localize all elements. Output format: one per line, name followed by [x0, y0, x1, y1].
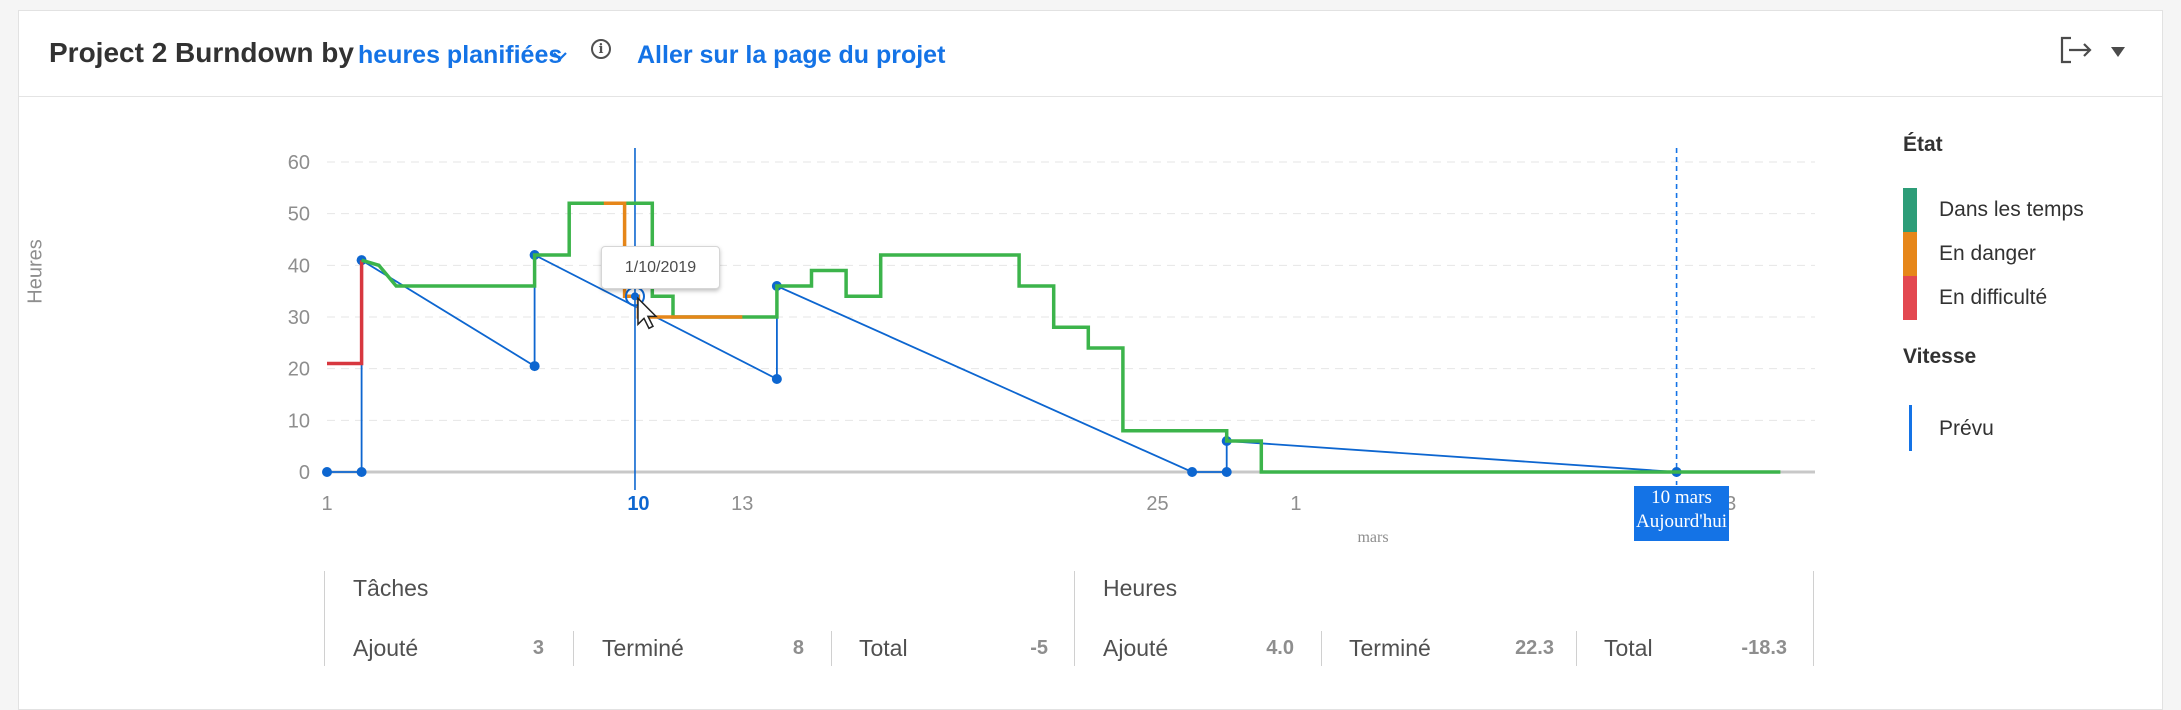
- date-tooltip: 1/10/2019: [601, 246, 720, 289]
- stats-divider: [324, 571, 325, 666]
- today-label: Aujourd'hui: [1635, 511, 1728, 532]
- stats-divider: [1074, 571, 1075, 666]
- y-tick-label: 20: [288, 359, 310, 381]
- hours-added-label: Ajouté: [1103, 635, 1169, 661]
- legend-status-title: État: [1903, 133, 1943, 156]
- hours-total-value: -18.3: [1741, 637, 1787, 659]
- y-tick-label: 0: [299, 462, 310, 484]
- hours-done-label: Terminé: [1349, 635, 1431, 661]
- y-tick-label: 40: [288, 255, 310, 277]
- y-tick-label: 30: [288, 307, 310, 329]
- legend-item-at-risk[interactable]: En danger: [1939, 242, 2036, 266]
- series-line: [361, 201, 1781, 474]
- planned-point: [771, 374, 782, 384]
- mouse-cursor-icon: [637, 296, 658, 330]
- tasks-done-value: 8: [792, 637, 804, 659]
- tasks-total-label: Total: [859, 635, 908, 661]
- tasks-added-value: 3: [532, 637, 544, 659]
- legend-item-in-trouble[interactable]: En difficulté: [1939, 286, 2047, 310]
- stats-divider: [1813, 571, 1814, 666]
- planned-point: [356, 467, 367, 477]
- stats-divider: [1576, 631, 1577, 666]
- legend-swatch-in-trouble: [1903, 276, 1917, 320]
- tasks-title: Tâches: [353, 575, 429, 601]
- x-tick-label: 1: [1290, 493, 1301, 515]
- y-tick-label: 50: [288, 204, 310, 226]
- x-tick-label: 10: [627, 493, 649, 515]
- tasks-done-label: Terminé: [602, 635, 684, 661]
- x-tick-label: 13: [731, 493, 753, 515]
- hours-title: Heures: [1103, 575, 1178, 601]
- x-tick-label: 1: [321, 493, 332, 515]
- planned-point: [1221, 467, 1232, 477]
- hours-done-value: 22.3: [1515, 637, 1554, 659]
- hours-added-value: 4.0: [1266, 637, 1294, 659]
- hours-total-label: Total: [1604, 635, 1653, 661]
- x-tick-label: 25: [1146, 493, 1168, 515]
- stats-divider: [1321, 631, 1322, 666]
- legend-item-planned[interactable]: Prévu: [1939, 417, 1994, 441]
- stats-panel: Tâches Ajouté 3 Terminé 8 Total -5 Heure…: [324, 571, 1814, 666]
- stats-divider: [831, 631, 832, 666]
- today-date: 10 mars: [1651, 487, 1712, 508]
- legend-swatch-on-time: [1903, 188, 1917, 232]
- series-line: [327, 260, 364, 366]
- tasks-total-value: -5: [1030, 637, 1048, 659]
- planned-point: [529, 361, 540, 372]
- today-marker: 10 mars Aujourd'hui: [1634, 486, 1729, 541]
- legend-swatch-planned: [1909, 405, 1912, 451]
- planned-point: [322, 467, 332, 477]
- y-tick-label: 10: [288, 410, 310, 432]
- x-axis-label: mars: [1357, 529, 1388, 546]
- y-tick-label: 60: [288, 152, 310, 174]
- legend-item-on-time[interactable]: Dans les temps: [1939, 198, 2084, 222]
- legend-speed-title: Vitesse: [1903, 345, 1977, 368]
- legend-swatch-at-risk: [1903, 232, 1917, 276]
- stats-divider: [573, 631, 574, 666]
- planned-point: [1187, 467, 1198, 477]
- tasks-added-label: Ajouté: [353, 635, 419, 661]
